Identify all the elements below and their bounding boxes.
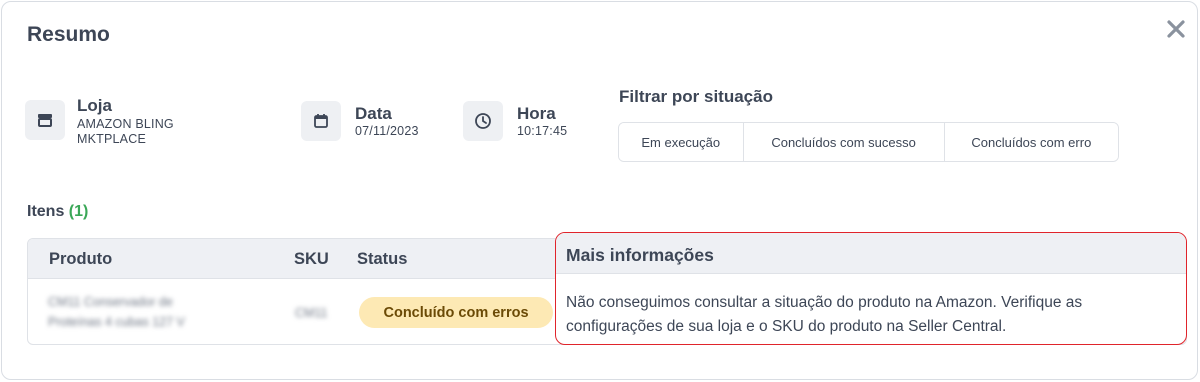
store-icon [25,100,65,140]
date-value: 07/11/2023 [355,124,419,138]
column-status: Status [357,250,408,268]
status-filter-group: Em execução Concluídos com sucesso Concl… [618,122,1119,162]
time-label: Hora [517,104,556,123]
filter-error-button[interactable]: Concluídos com erro [944,123,1118,161]
items-heading: Itens (1) [27,203,88,221]
time-value: 10:17:45 [517,124,568,138]
column-sku: SKU [294,250,329,268]
calendar-icon [301,101,341,141]
column-product: Produto [49,250,113,268]
items-count: (1) [68,203,89,220]
product-sku: CM11 [295,306,328,320]
product-name-line1: CM11 Conservador de [48,295,173,309]
clock-icon [463,101,503,141]
filter-title: Filtrar por situação [619,87,773,106]
store-value-line1: AMAZON BLING [77,117,174,131]
filter-in-progress-button[interactable]: Em execução [619,123,744,161]
filter-success-button[interactable]: Concluídos com sucesso [743,123,945,161]
popover-title: Mais informações [566,245,714,265]
product-name-line2: Proteínas 4 cubas 127 V [48,315,185,329]
product-name: CM11 Conservador de Proteínas 4 cubas 12… [48,292,185,332]
date-label: Data [355,104,392,123]
items-label: Itens [27,203,65,220]
more-info-popover: Mais informações Não conseguimos consult… [555,232,1187,345]
store-label: Loja [77,96,112,115]
modal-title: Resumo [27,23,110,46]
store-value: AMAZON BLING MKTPLACE [77,117,174,147]
popover-message: Não conseguimos consultar a situação do … [566,294,1083,335]
close-icon[interactable] [1164,17,1188,41]
popover-header: Mais informações [556,233,1186,274]
status-badge[interactable]: Concluído com erros [359,297,553,328]
store-value-line2: MKTPLACE [77,132,146,146]
